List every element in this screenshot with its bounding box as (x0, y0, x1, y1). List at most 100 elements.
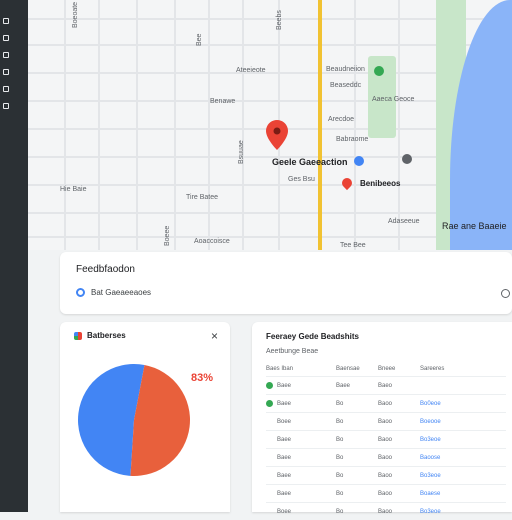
table-cell-text[interactable]: Boeooe (420, 419, 441, 425)
status-empty-icon (266, 418, 273, 425)
map-label: Boeee (164, 226, 171, 246)
table-cell-text: Baoo (378, 401, 392, 407)
status-empty-icon (266, 436, 273, 443)
table-cell: Baee (336, 377, 378, 395)
poi-gray-icon[interactable] (402, 154, 412, 164)
poi-label[interactable]: Benibeeos (360, 179, 400, 188)
place-address-row[interactable]: Bat Gaeaeeaoes (76, 288, 151, 297)
table-cell: Baee (266, 377, 336, 395)
table-cell-text: Baoo (378, 455, 392, 461)
table-cell: Baoo (378, 395, 420, 413)
status-empty-icon (266, 472, 273, 479)
column-header[interactable]: Bneee (378, 362, 420, 377)
rail-icon-2[interactable] (3, 35, 9, 41)
column-header[interactable]: Baes Iban (266, 362, 336, 377)
column-header[interactable]: Baensae (336, 362, 378, 377)
rail-icon-5[interactable] (3, 86, 9, 92)
table-cell: Bo (336, 485, 378, 503)
map-road (398, 0, 400, 250)
table-cell-text[interactable]: Bo3eoe (420, 473, 441, 479)
rail-icon-3[interactable] (3, 52, 9, 58)
table-cell-text[interactable]: Baoose (420, 455, 440, 461)
map-road (98, 0, 100, 250)
table-cell-text: Baoo (378, 419, 392, 425)
table-cell: Bo (336, 503, 378, 520)
rail-icon-1[interactable] (3, 18, 9, 24)
table-cell: Bo (336, 395, 378, 413)
table-cell-text[interactable]: Bo3eoe (420, 437, 441, 443)
app-logo-icon (74, 332, 82, 340)
location-dot-icon (76, 288, 85, 297)
table-cell-text: Bo (336, 473, 343, 479)
map-label: Hie Baie (60, 186, 86, 193)
table-row[interactable]: BaeeBo BaooBo3eoe (266, 431, 506, 449)
table-cell: Baeo (378, 377, 420, 395)
poi-green-icon[interactable] (374, 66, 384, 76)
map-label: Benawe (210, 98, 235, 105)
close-icon[interactable]: × (211, 329, 218, 343)
map-label: Beaseddc (330, 82, 361, 89)
status-check-icon (266, 382, 273, 389)
map-label: Arecdoe (328, 116, 354, 123)
table-cell: Baoo (378, 431, 420, 449)
place-title: Feedbfaodon (76, 264, 135, 275)
table-cell-text: Baee (277, 491, 291, 497)
table-cell-text: Baee (277, 455, 291, 461)
table-cell-text[interactable]: Bo0eoe (420, 401, 441, 407)
map-label: Ges Bsu (288, 176, 315, 183)
water-label: Rae ane Baaeie (442, 221, 507, 231)
table-cell-text: Bo (336, 437, 343, 443)
table-cell-text: Bo (336, 419, 343, 425)
status-empty-icon (266, 454, 273, 461)
table-row[interactable]: BaeeBoBaooBo0eoe (266, 395, 506, 413)
status-empty-icon (266, 508, 273, 515)
rail-icon-4[interactable] (3, 69, 9, 75)
rail-icon-6[interactable] (3, 103, 9, 109)
pie-card-title: Batberses (87, 331, 126, 340)
table-row[interactable]: Baee BoBaoo Boaese (266, 485, 506, 503)
table-cell: Bo3eoe (420, 503, 506, 520)
table-cell: Baoo (378, 485, 420, 503)
status-empty-icon (266, 490, 273, 497)
table-row[interactable]: BaeeBoBaooBaoose (266, 449, 506, 467)
map-label: Tee Bee (340, 242, 366, 249)
table-title: Feeraey Gede Beadshits (266, 332, 359, 341)
table-cell: Bo (336, 431, 378, 449)
table-cell-text: Baee (336, 383, 350, 389)
map-highway (318, 0, 322, 250)
table-row[interactable]: BoeeBoBaooBo3eoe (266, 503, 506, 520)
pie-chart-card: Batberses × 83% (60, 322, 230, 512)
place-address: Bat Gaeaeeaoes (91, 288, 151, 297)
poi-orange-icon[interactable] (340, 176, 354, 190)
rail-icon-group (0, 18, 12, 109)
table-cell: Baoo (378, 449, 420, 467)
table-row[interactable]: BoeeBoBaooBoeooe (266, 413, 506, 431)
table-row[interactable]: Baee Baee Baeo (266, 377, 506, 395)
poi-blue-icon[interactable] (354, 156, 364, 166)
map-label: Tire Batee (186, 194, 218, 201)
share-icon[interactable] (501, 289, 510, 298)
table-cell: Bo3eoe (420, 431, 506, 449)
map-road (208, 0, 210, 250)
table-row[interactable]: BaeeBoBaooBo3eoe (266, 467, 506, 485)
table-cell-text[interactable]: Boaese (420, 491, 440, 497)
data-table: Baes Iban Baensae Bneee Sareeres BaeeBae… (266, 362, 506, 520)
table-cell-text: Baoo (378, 491, 392, 497)
table-cell: Baee (266, 431, 336, 449)
data-table-card: Feeraey Gede Beadshits Aeetbunge Beae Ba… (252, 322, 512, 512)
app-rail (0, 0, 28, 512)
map-label: Aoaccoisce (194, 238, 230, 245)
map-view[interactable]: Hie Baie Beaudneiion Ateeieote Beaseddc … (28, 0, 512, 250)
location-pin-icon[interactable] (266, 120, 288, 150)
map-road (354, 0, 356, 250)
map-label: Beaudneiion (326, 66, 365, 73)
map-label: Babraome (336, 136, 368, 143)
table-cell: Boeooe (420, 413, 506, 431)
column-header[interactable]: Sareeres (420, 362, 506, 377)
map-label: Ateeieote (236, 67, 266, 74)
table-cell: Baoo (378, 467, 420, 485)
pin-label[interactable]: Geele Gaeeaction (272, 157, 348, 167)
table-cell-text: Baee (277, 383, 291, 389)
table-cell: Bo0eoe (420, 395, 506, 413)
map-label: Aaeca Geoce (372, 96, 414, 103)
